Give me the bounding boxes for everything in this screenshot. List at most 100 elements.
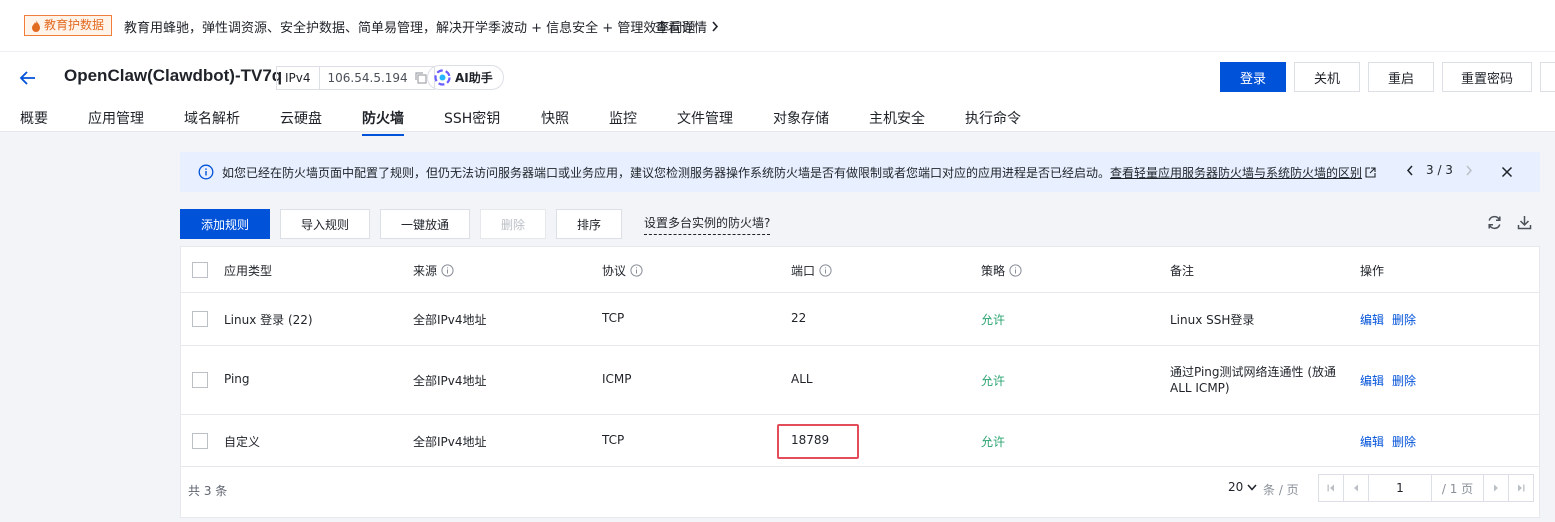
refresh-icon[interactable] (1486, 214, 1503, 231)
tab-object-storage[interactable]: 对象存储 (773, 108, 829, 128)
chevron-right-icon[interactable] (1465, 165, 1473, 176)
table-header-row: 应用类型 来源 协议 端口 策略 备注 操作 (181, 247, 1539, 293)
header-type: 应用类型 (224, 262, 272, 279)
row-checkbox[interactable] (192, 311, 208, 327)
select-all-checkbox[interactable] (192, 262, 208, 278)
notice-text: 如您已经在防火墙页面中配置了规则，但仍无法访问服务器端口或业务应用，建议您检测服… (222, 166, 1111, 180)
cell-protocol: ICMP (602, 372, 632, 386)
login-button[interactable]: 登录 (1220, 62, 1286, 92)
prev-page-icon (1354, 484, 1358, 492)
cell-policy: 允许 (981, 374, 1006, 388)
page-size-unit: 条 / 页 (1263, 483, 1299, 497)
header-action: 操作 (1360, 262, 1384, 279)
promo-tag[interactable]: 教育护数据 (24, 15, 113, 36)
info-notice: 如您已经在防火墙页面中配置了规则，但仍无法访问服务器端口或业务应用，建议您检测服… (180, 152, 1540, 192)
tab-monitoring[interactable]: 监控 (609, 108, 637, 128)
header-protocol: 协议 (602, 262, 643, 279)
import-rules-button[interactable]: 导入规则 (280, 209, 370, 239)
help-icon[interactable] (1009, 264, 1022, 277)
cell-protocol: TCP (602, 433, 625, 447)
allow-all-button[interactable]: 一键放通 (380, 209, 470, 239)
cell-port: ALL (791, 372, 813, 386)
tab-file-management[interactable]: 文件管理 (677, 108, 733, 128)
ai-assistant-button[interactable]: AI助手 (427, 65, 504, 90)
delete-link[interactable]: 删除 (1392, 433, 1416, 450)
tab-cloud-disk[interactable]: 云硬盘 (280, 108, 322, 128)
close-icon[interactable] (1499, 164, 1515, 180)
header-policy: 策略 (981, 262, 1022, 279)
ip-address: 106.54.5.194 (327, 71, 408, 85)
notice-pager: 3 / 3 (1406, 163, 1473, 177)
edit-link[interactable]: 编辑 (1360, 372, 1384, 389)
ai-assistant-label: AI助手 (455, 71, 493, 85)
cell-type: Linux 登录 (22) (224, 313, 313, 327)
page-number-input[interactable]: 1 (1368, 474, 1432, 502)
tab-run-command[interactable]: 执行命令 (965, 108, 1021, 128)
page-size-select[interactable]: 20 (1228, 480, 1257, 494)
notice-page-indicator: 3 / 3 (1426, 163, 1453, 177)
page-size-value: 20 (1228, 480, 1244, 494)
download-icon[interactable] (1516, 214, 1533, 231)
header-source: 来源 (413, 262, 454, 279)
header-port-label: 端口 (791, 264, 816, 278)
cell-note: Linux SSH登录 (1170, 313, 1255, 327)
copy-icon[interactable] (414, 71, 428, 85)
row-checkbox[interactable] (192, 372, 208, 388)
header-policy-label: 策略 (981, 264, 1006, 278)
tab-snapshots[interactable]: 快照 (541, 108, 569, 128)
add-rule-button[interactable]: 添加规则 (180, 209, 270, 239)
header-source-label: 来源 (413, 264, 438, 278)
tab-app-management[interactable]: 应用管理 (88, 108, 144, 128)
chevron-down-icon (1247, 484, 1257, 491)
restart-button[interactable]: 重启 (1368, 62, 1434, 92)
back-arrow-icon[interactable] (18, 68, 38, 88)
tab-host-security[interactable]: 主机安全 (869, 108, 925, 128)
ai-logo-icon (434, 69, 451, 86)
port-highlight-box (777, 424, 859, 459)
cell-protocol: TCP (602, 311, 625, 325)
total-count: 共 3 条 (188, 484, 228, 498)
cell-port: 22 (791, 311, 807, 325)
first-page-icon (1327, 484, 1334, 492)
more-button[interactable] (1540, 62, 1555, 92)
reset-password-button[interactable]: 重置密码 (1442, 62, 1532, 92)
tab-dns[interactable]: 域名解析 (184, 108, 240, 128)
multi-instance-firewall-link[interactable]: 设置多台实例的防火墙? (644, 214, 771, 235)
cell-policy: 允许 (981, 313, 1006, 327)
row-checkbox[interactable] (192, 433, 208, 449)
help-icon[interactable] (630, 264, 643, 277)
first-page-button[interactable] (1318, 474, 1344, 502)
instance-title: OpenClaw(Clawdbot)-TV7q (64, 66, 283, 85)
edit-link[interactable]: 编辑 (1360, 433, 1384, 450)
delete-link[interactable]: 删除 (1392, 372, 1416, 389)
promo-detail-link[interactable]: 查看详情 (655, 17, 719, 36)
tab-firewall[interactable]: 防火墙 (362, 108, 404, 136)
header-type-label: 应用类型 (224, 264, 273, 278)
table-row: 自定义 全部IPv4地址 TCP 18789 允许 编辑 删除 (181, 415, 1539, 467)
delete-button[interactable]: 删除 (480, 209, 546, 239)
cell-note-line2: ALL ICMP) (1170, 381, 1230, 395)
tab-overview[interactable]: 概要 (20, 108, 48, 128)
cell-source: 全部IPv4地址 (413, 374, 487, 388)
last-page-button[interactable] (1508, 474, 1534, 502)
cell-source: 全部IPv4地址 (413, 313, 487, 327)
external-link-icon (1365, 167, 1376, 178)
header-note-label: 备注 (1170, 264, 1195, 278)
tab-ssh-keys[interactable]: SSH密钥 (444, 108, 500, 128)
help-icon[interactable] (819, 264, 832, 277)
shutdown-button[interactable]: 关机 (1294, 62, 1360, 92)
edit-link[interactable]: 编辑 (1360, 311, 1384, 328)
ip-address-box: IPv4 106.54.5.194 (276, 66, 435, 90)
sort-button[interactable]: 排序 (556, 209, 622, 239)
prev-page-button[interactable] (1343, 474, 1369, 502)
info-icon (198, 164, 214, 180)
next-page-icon (1494, 484, 1498, 492)
flame-icon (32, 19, 40, 32)
next-page-button[interactable] (1483, 474, 1509, 502)
chevron-left-icon[interactable] (1406, 165, 1414, 176)
header-protocol-label: 协议 (602, 264, 627, 278)
chevron-right-icon (712, 21, 719, 32)
help-icon[interactable] (441, 264, 454, 277)
delete-link[interactable]: 删除 (1392, 311, 1416, 328)
notice-link[interactable]: 查看轻量应用服务器防火墙与系统防火墙的区别 (1110, 166, 1362, 180)
